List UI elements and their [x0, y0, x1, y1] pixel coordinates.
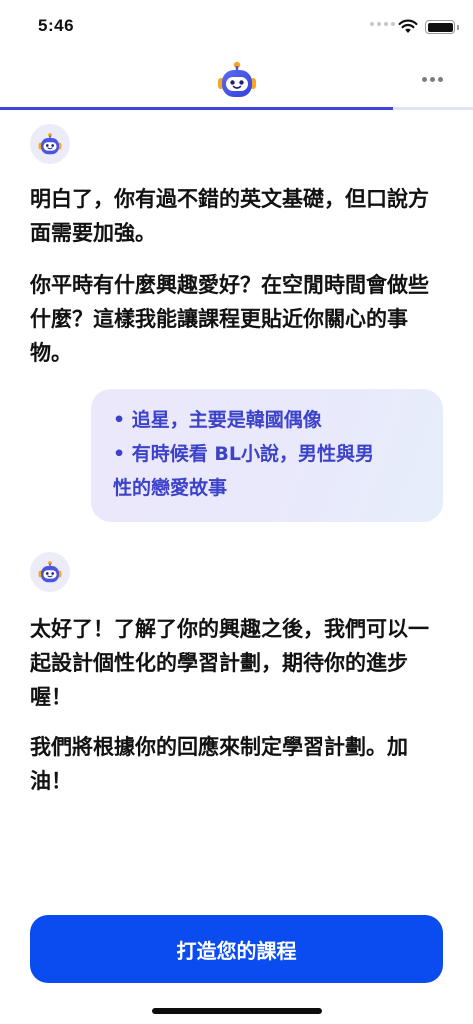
bot-message-text: 你平時有什麼興趣愛好？在空閒時間會做些什麼？這樣我能讓課程更貼近你關心的事物。 [30, 273, 429, 365]
app-header [0, 56, 473, 106]
battery-icon [425, 20, 459, 34]
chat-thread[interactable]: 明白了，你有過不錯的英文基礎，但口說方面需要加強。 你平時有什麼興趣愛好？在空閒… [0, 110, 473, 900]
bot-message-text: 我們將根據你的回應來制定學習計劃。加油！ [30, 735, 408, 793]
more-options-button[interactable] [418, 73, 447, 86]
user-message-bubble: • 追星，主要是韓國偶像 • 有時候看 BL小說，男性與男 性的戀愛故事 [91, 389, 443, 522]
home-indicator[interactable] [152, 1008, 322, 1014]
robot-logo-icon [218, 61, 256, 97]
wifi-icon [398, 19, 418, 33]
bot-message-text: 太好了！了解了你的興趣之後，我們可以一起設計個性化的學習計劃，期待你的進步喔！ [30, 617, 429, 709]
status-time: 5:46 [38, 16, 75, 35]
robot-icon [38, 133, 62, 155]
user-message-line: 性的戀愛故事 [113, 477, 228, 499]
bot-avatar [30, 124, 70, 164]
signal-dots-icon [370, 22, 395, 26]
user-message-line: • 追星，主要是韓國偶像 [113, 409, 322, 431]
build-course-button[interactable]: 打造您的課程 [30, 915, 443, 983]
bot-avatar [30, 552, 70, 592]
bot-message-text: 明白了，你有過不錯的英文基礎，但口說方面需要加強。 [30, 187, 429, 245]
robot-icon [38, 561, 62, 583]
user-message-line: • 有時候看 BL小說，男性與男 [113, 443, 374, 465]
status-bar: 5:46 [0, 0, 473, 56]
